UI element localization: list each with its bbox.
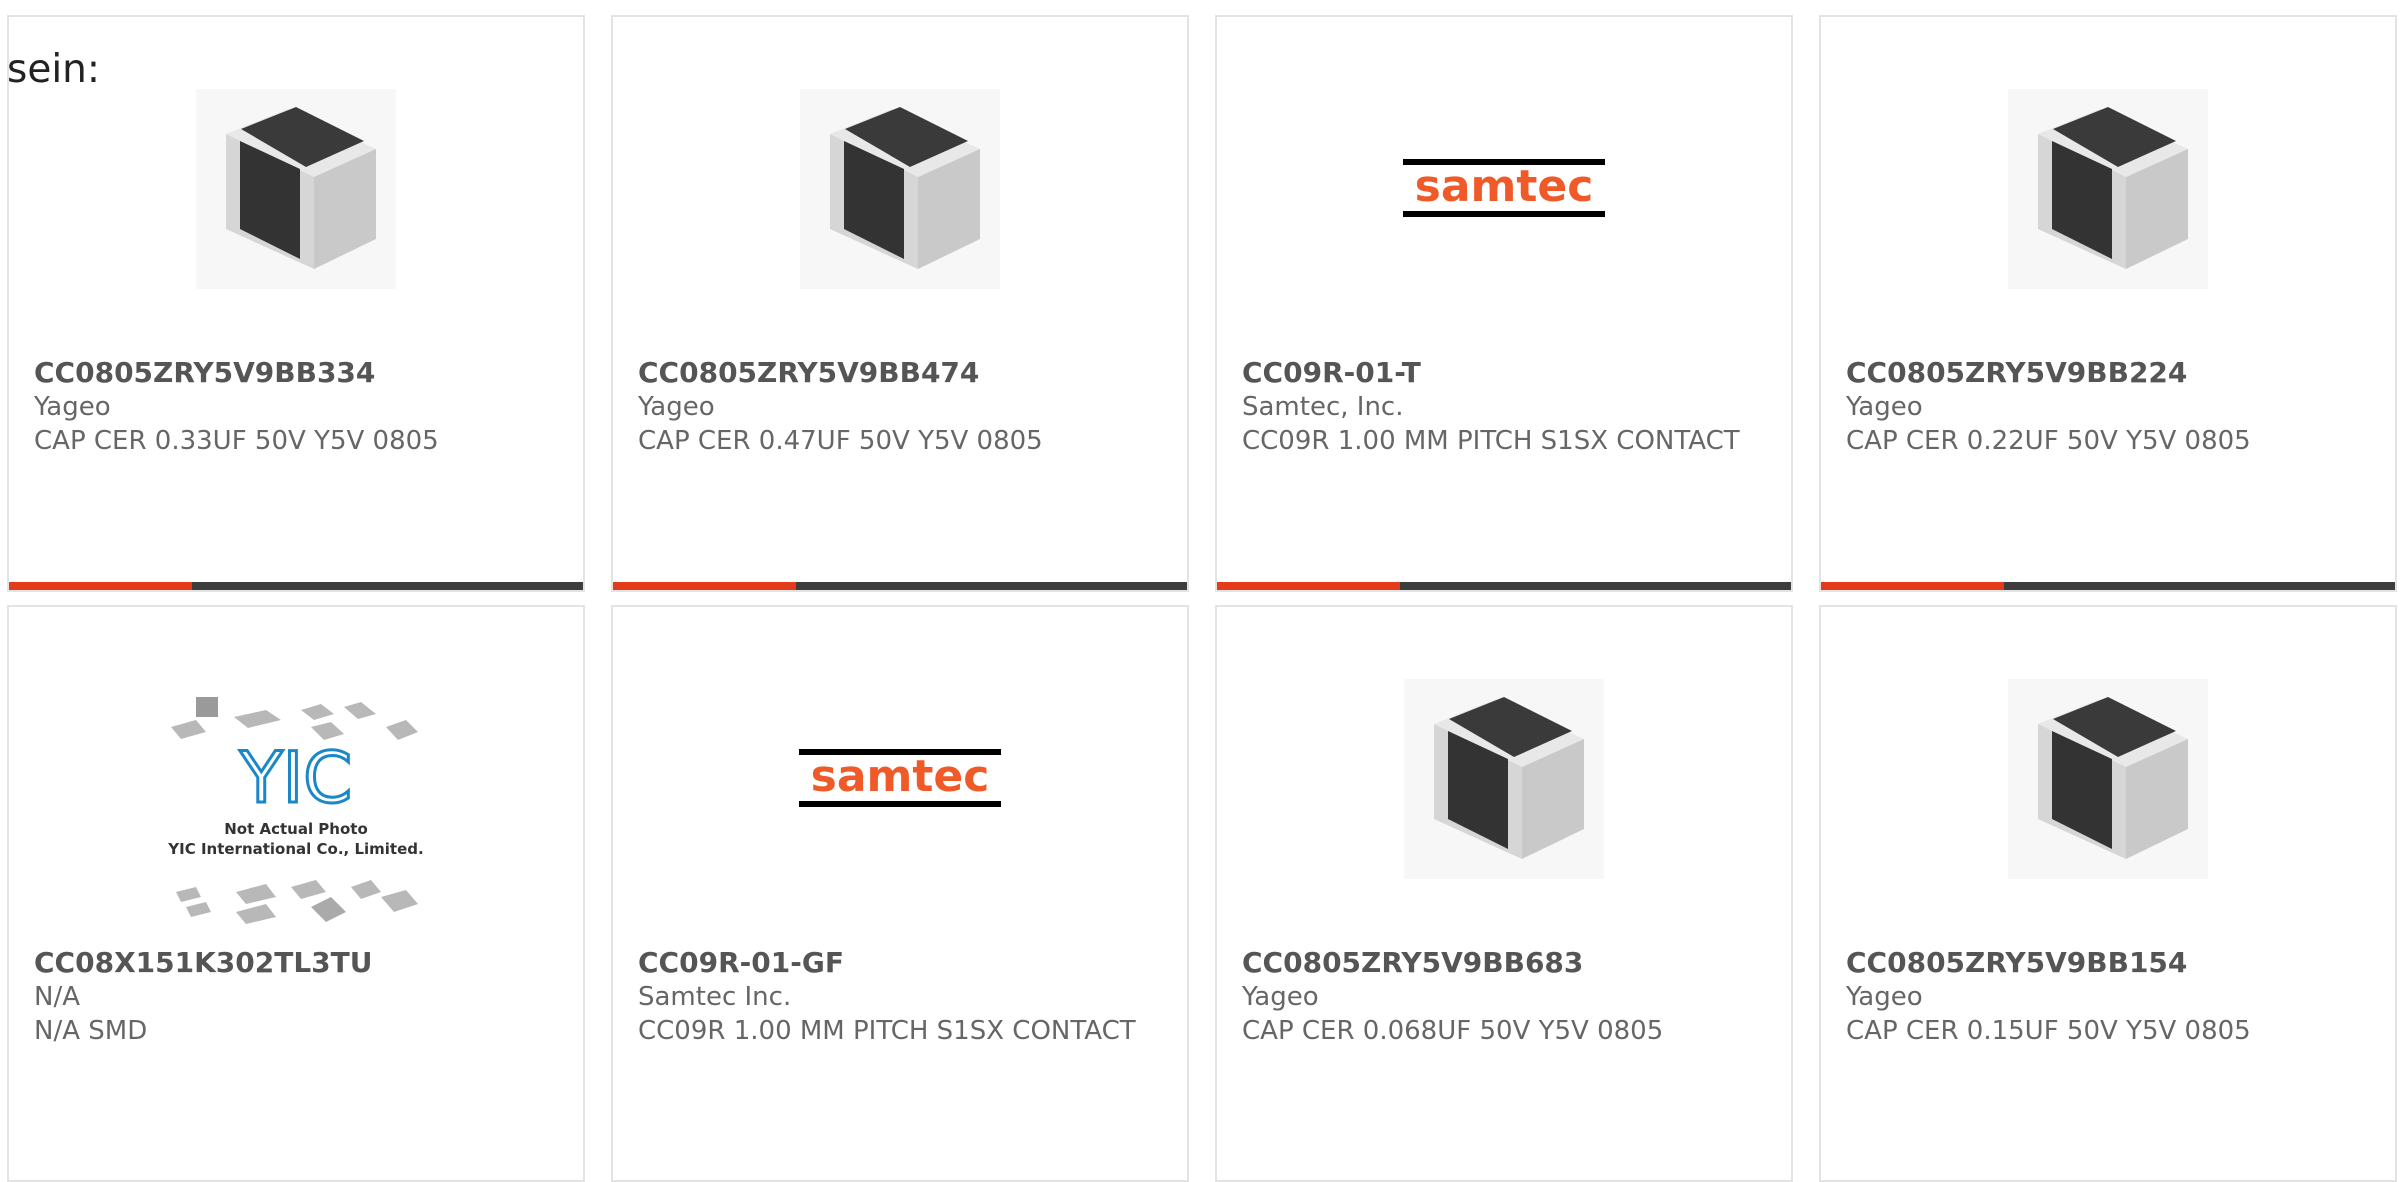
yic-logo: YIC: [239, 737, 352, 819]
capacitor-chip-icon: [196, 89, 396, 289]
part-number[interactable]: CC0805ZRY5V9BB224: [1846, 356, 2376, 390]
description: N/A SMD: [34, 1016, 148, 1046]
part-number[interactable]: CC0805ZRY5V9BB154: [1846, 946, 2376, 980]
product-image[interactable]: [1217, 679, 1791, 879]
yic-caption-line1: Not Actual Photo: [224, 820, 368, 838]
card-bottom-bar: [613, 582, 1187, 590]
manufacturer: N/A: [34, 982, 80, 1012]
product-image[interactable]: [613, 89, 1187, 289]
samtec-wordmark: samtec: [811, 751, 990, 802]
product-image[interactable]: [1821, 89, 2395, 289]
part-number[interactable]: CC09R-01-T: [1242, 356, 1772, 390]
part-number[interactable]: CC0805ZRY5V9BB334: [34, 356, 564, 390]
product-image[interactable]: YIC Not Actual Photo YIC International C…: [9, 692, 583, 932]
capacitor-chip-icon: [800, 89, 1000, 289]
card-accent: [1217, 582, 1400, 590]
product-card[interactable]: CC0805ZRY5V9BB154 Yageo CAP CER 0.15UF 5…: [1819, 605, 2397, 1182]
product-card[interactable]: CC0805ZRY5V9BB334 Yageo CAP CER 0.33UF 5…: [7, 15, 585, 592]
product-image[interactable]: samtec: [1217, 159, 1791, 219]
capacitor-chip-icon: [2008, 679, 2208, 879]
part-number[interactable]: CC0805ZRY5V9BB474: [638, 356, 1168, 390]
card-accent: [613, 582, 796, 590]
card-accent: [9, 582, 192, 590]
product-card[interactable]: samtec CC09R-01-T Samtec, Inc. CC09R 1.0…: [1215, 15, 1793, 592]
manufacturer: Samtec Inc.: [638, 982, 792, 1012]
description: CAP CER 0.33UF 50V Y5V 0805: [34, 426, 439, 456]
capacitor-chip-icon: [1404, 679, 1604, 879]
yic-caption-line2: YIC International Co., Limited.: [167, 840, 423, 858]
manufacturer: Yageo: [1846, 982, 1923, 1012]
product-card[interactable]: YIC Not Actual Photo YIC International C…: [7, 605, 585, 1182]
description: CAP CER 0.15UF 50V Y5V 0805: [1846, 1016, 2251, 1046]
intro-text: sein:: [7, 47, 101, 92]
product-image[interactable]: [1821, 679, 2395, 879]
manufacturer: Yageo: [1846, 392, 1923, 422]
description: CAP CER 0.47UF 50V Y5V 0805: [638, 426, 1043, 456]
card-bottom-bar: [9, 582, 583, 590]
manufacturer: Samtec, Inc.: [1242, 392, 1404, 422]
product-card[interactable]: CC0805ZRY5V9BB474 Yageo CAP CER 0.47UF 5…: [611, 15, 1189, 592]
samtec-logo-icon: samtec: [1403, 159, 1605, 217]
manufacturer: Yageo: [1242, 982, 1319, 1012]
samtec-wordmark: samtec: [1415, 161, 1594, 212]
product-grid: CC0805ZRY5V9BB334 Yageo CAP CER 0.33UF 5…: [7, 15, 2400, 1182]
description: CAP CER 0.22UF 50V Y5V 0805: [1846, 426, 2251, 456]
capacitor-chip-icon: [2008, 89, 2208, 289]
card-accent: [1821, 582, 2004, 590]
card-bottom-bar: [1821, 582, 2395, 590]
samtec-logo-icon: samtec: [799, 749, 1001, 807]
part-number[interactable]: CC0805ZRY5V9BB683: [1242, 946, 1772, 980]
description: CC09R 1.00 MM PITCH S1SX CONTACT: [638, 1016, 1136, 1046]
part-number[interactable]: CC08X151K302TL3TU: [34, 946, 564, 980]
manufacturer: Yageo: [34, 392, 111, 422]
product-card[interactable]: CC0805ZRY5V9BB224 Yageo CAP CER 0.22UF 5…: [1819, 15, 2397, 592]
description: CC09R 1.00 MM PITCH S1SX CONTACT: [1242, 426, 1740, 456]
product-image[interactable]: [9, 89, 583, 289]
card-bottom-bar: [1217, 582, 1791, 590]
yic-placeholder-icon: YIC Not Actual Photo YIC International C…: [167, 697, 424, 924]
product-image[interactable]: samtec: [613, 749, 1187, 809]
manufacturer: Yageo: [638, 392, 715, 422]
product-card[interactable]: CC0805ZRY5V9BB683 Yageo CAP CER 0.068UF …: [1215, 605, 1793, 1182]
description: CAP CER 0.068UF 50V Y5V 0805: [1242, 1016, 1664, 1046]
part-number[interactable]: CC09R-01-GF: [638, 946, 1168, 980]
product-card[interactable]: samtec CC09R-01-GF Samtec Inc. CC09R 1.0…: [611, 605, 1189, 1182]
